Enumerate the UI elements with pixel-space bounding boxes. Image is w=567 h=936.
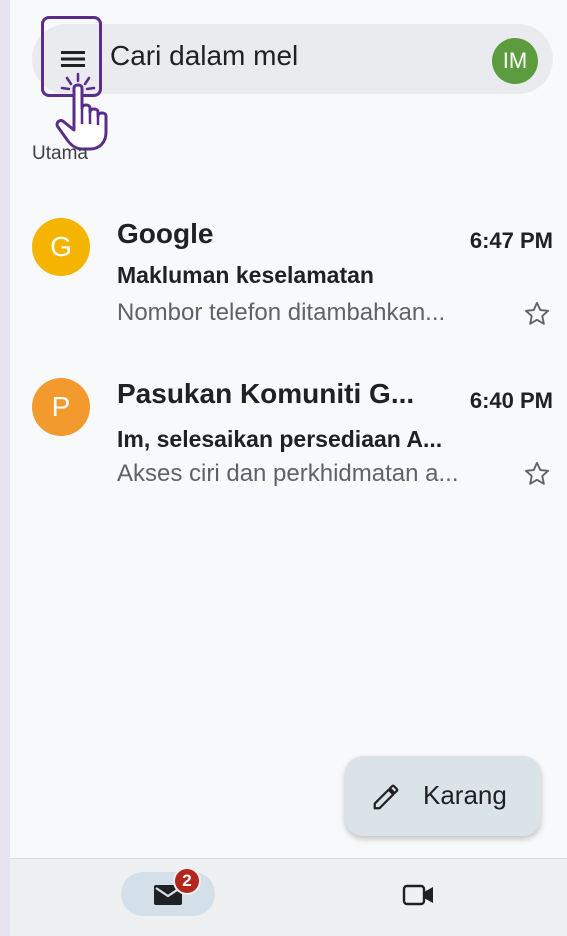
gmail-screen: Cari dalam mel IM Utama G Google 6:47 PM… bbox=[10, 0, 567, 936]
section-label: Utama bbox=[32, 143, 88, 164]
pencil-icon bbox=[373, 784, 399, 810]
compose-button[interactable]: Karang bbox=[345, 756, 541, 836]
email-snippet: Nombor telefon ditambahkan... bbox=[117, 299, 446, 326]
email-subject: Im, selesaikan persediaan A... bbox=[117, 426, 443, 452]
pointer-hand-icon bbox=[55, 72, 108, 151]
sender-avatar: G bbox=[32, 218, 90, 276]
sender-name: Pasukan Komuniti G... bbox=[117, 378, 415, 409]
bottom-navigation: 2 bbox=[10, 858, 567, 936]
email-row[interactable]: P Pasukan Komuniti G... 6:40 PM Im, sele… bbox=[10, 372, 567, 492]
email-subject: Makluman keselamatan bbox=[117, 262, 374, 288]
email-row[interactable]: G Google 6:47 PM Makluman keselamatan No… bbox=[10, 212, 567, 332]
email-time: 6:40 PM bbox=[469, 388, 553, 413]
compose-label: Karang bbox=[423, 780, 507, 810]
sender-avatar: P bbox=[32, 378, 90, 436]
search-placeholder[interactable]: Cari dalam mel bbox=[110, 40, 298, 72]
video-icon[interactable] bbox=[402, 883, 436, 907]
star-icon[interactable] bbox=[523, 460, 551, 488]
email-snippet: Akses ciri dan perkhidmatan a... bbox=[117, 460, 459, 487]
sender-name: Google bbox=[117, 218, 214, 249]
star-icon[interactable] bbox=[523, 300, 551, 328]
unread-badge: 2 bbox=[173, 867, 201, 895]
email-time: 6:47 PM bbox=[469, 228, 553, 253]
account-avatar[interactable]: IM bbox=[492, 38, 538, 84]
